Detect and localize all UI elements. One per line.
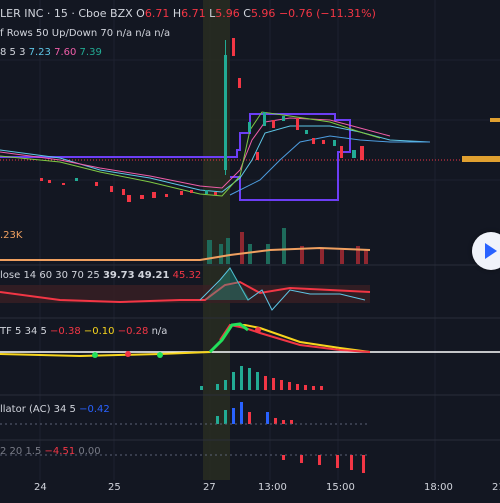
change-value: −0.76 (−11.31%) (278, 7, 376, 20)
stoch-value-3: 45.32 (172, 270, 202, 281)
xaxis-label-1300: 13:00 (258, 482, 287, 493)
close-label: C (243, 7, 251, 20)
xaxis-label-1800: 18:00 (424, 482, 453, 493)
last-value-1: −4.51 (44, 446, 76, 457)
low-value: 5.96 (215, 7, 240, 20)
volume-bars (207, 228, 368, 264)
volume-value: .23K (0, 230, 23, 241)
ttm-label: TF 5 34 5 (0, 326, 47, 337)
ttm-value-3: −0.28 (117, 326, 149, 337)
stoch-label: lose 14 60 30 70 25 (0, 270, 100, 281)
ma-value-3: 7.39 (79, 47, 102, 58)
ma-line-3 (0, 111, 381, 197)
volume-legend[interactable]: .23K (0, 230, 22, 242)
ma-value-1: 7.23 (28, 47, 51, 58)
last-legend[interactable]: 2 20 1.5 −4.51 0.00 (0, 446, 101, 458)
last-histogram (282, 455, 365, 473)
exchange: Cboe BZX (78, 7, 133, 20)
xaxis-label-1500: 15:00 (326, 482, 355, 493)
last-label: 2 20 1.5 (0, 446, 42, 457)
xaxis-label-2100: 21:00 (492, 482, 500, 493)
ma-line-2 (0, 117, 391, 189)
close-value: 5.96 (250, 7, 276, 20)
xaxis-label-25: 25 (108, 482, 121, 493)
stoch-legend[interactable]: lose 14 60 30 70 25 39.73 49.21 45.32 (0, 270, 201, 282)
symbol-legend[interactable]: LER INC · 15 · Cboe BZX O6.71 H6.71 L5.9… (0, 8, 376, 20)
ac-legend[interactable]: llator (AC) 34 5 −0.42 (0, 404, 110, 416)
chart-canvas (0, 0, 500, 480)
ma-line-4 (229, 135, 430, 196)
ttm-value-1: −0.38 (50, 326, 81, 337)
ac-value-1: −0.42 (79, 404, 110, 415)
open-label: O (136, 7, 145, 20)
stoch-value-1: 39.73 (102, 270, 135, 281)
high-label: H (172, 7, 182, 20)
symbol-name: LER INC (0, 7, 44, 20)
ttm-value-2: −0.10 (83, 326, 115, 337)
ma-params: 8 5 3 (0, 47, 26, 58)
xaxis-label-24: 24 (34, 482, 47, 493)
ttm-legend[interactable]: TF 5 34 5 −0.38 −0.10 −0.28 n/a (0, 326, 167, 338)
xaxis-label-27: 27 (203, 482, 216, 493)
vpvr-label: f Rows 50 Up/Down 70 (0, 28, 114, 39)
chart-area[interactable] (0, 0, 500, 500)
interval: 15 (53, 7, 68, 20)
ac-label: llator (AC) 34 5 (0, 404, 76, 415)
high-value: 6.71 (181, 7, 206, 20)
ma-legend[interactable]: 8 5 3 7.23 7.60 7.39 (0, 47, 102, 59)
open-value: 6.71 (144, 7, 170, 20)
vpvr-legend[interactable]: f Rows 50 Up/Down 70 n/a n/a n/a (0, 28, 170, 40)
stoch-value-2: 49.21 (137, 270, 170, 281)
vpvr-values: n/a n/a n/a (116, 28, 171, 39)
last-value-2: 0.00 (78, 446, 101, 457)
ma-value-2: 7.60 (54, 47, 77, 58)
ttm-value-4: n/a (151, 326, 168, 337)
